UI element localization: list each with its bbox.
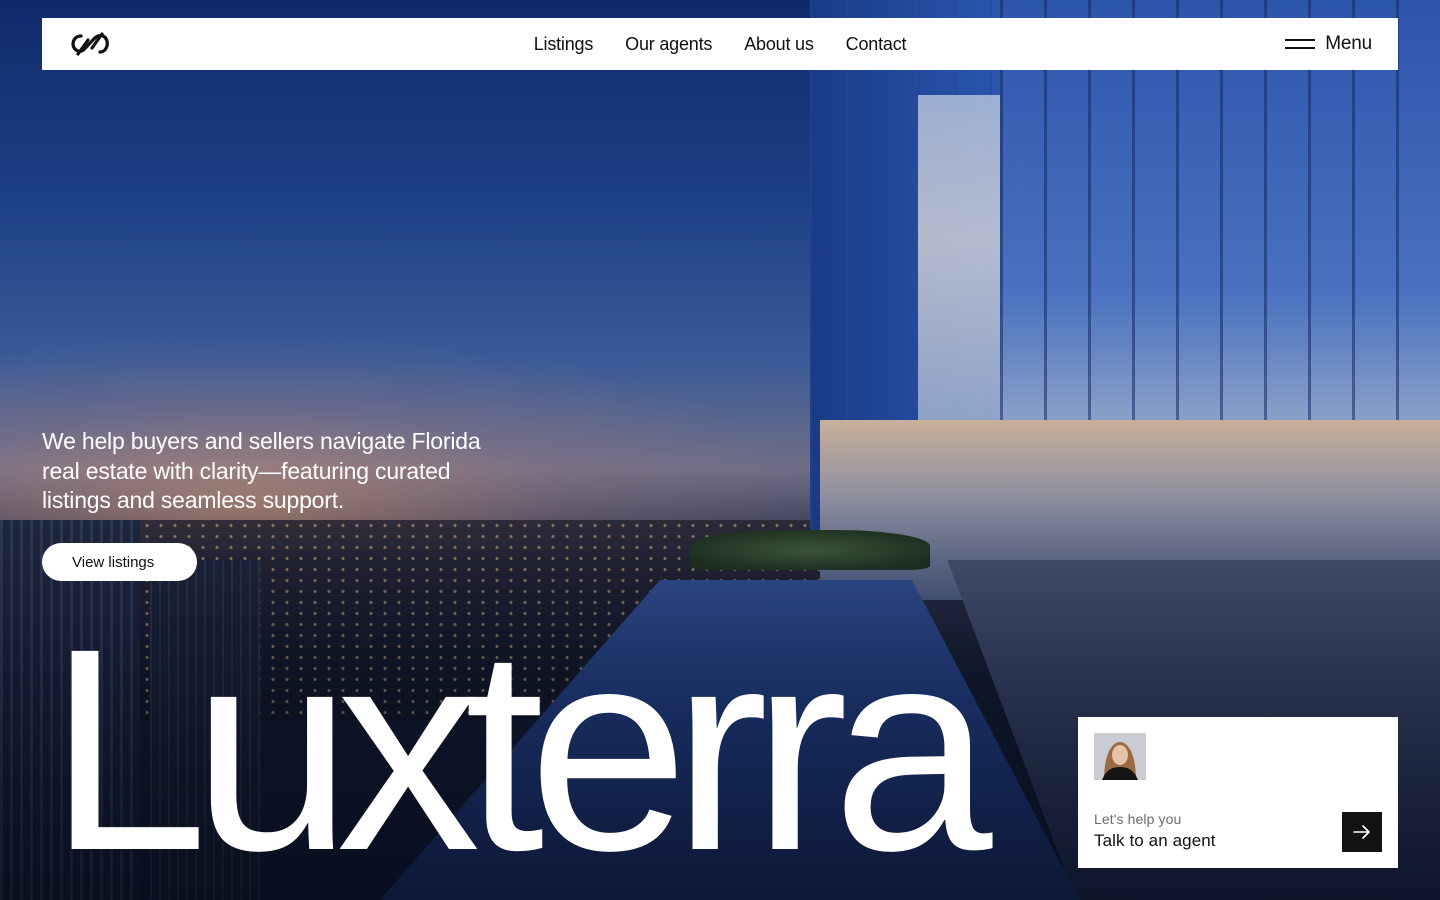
talk-to-agent-arrow-button[interactable] [1342,812,1382,852]
nav-link-listings[interactable]: Listings [534,34,594,55]
infinity-link-logo-icon[interactable] [68,30,112,58]
menu-label: Menu [1325,33,1372,54]
brand-wordmark: Luxterra [48,589,993,900]
logo-icon [71,32,109,56]
nav-link-our-agents[interactable]: Our agents [625,34,712,55]
primary-nav: Listings Our agents About us Contact [42,18,1398,70]
top-navbar: Listings Our agents About us Contact Men… [42,18,1398,70]
nav-link-contact[interactable]: Contact [846,34,907,55]
menu-button[interactable]: Menu [1285,18,1372,70]
agent-avatar [1094,733,1146,780]
hero-tagline: We help buyers and sellers navigate Flor… [42,428,481,513]
nav-link-about-us[interactable]: About us [744,34,814,55]
hamburger-icon [1285,38,1316,50]
talk-to-agent-card[interactable]: Let's help you Talk to an agent [1078,717,1398,868]
view-listings-button[interactable]: View listings [42,543,197,581]
agent-card-kicker: Let's help you [1094,811,1182,827]
agent-portrait [1094,733,1146,780]
agent-card-title: Talk to an agent [1094,831,1216,850]
arrow-right-icon [1353,825,1370,839]
